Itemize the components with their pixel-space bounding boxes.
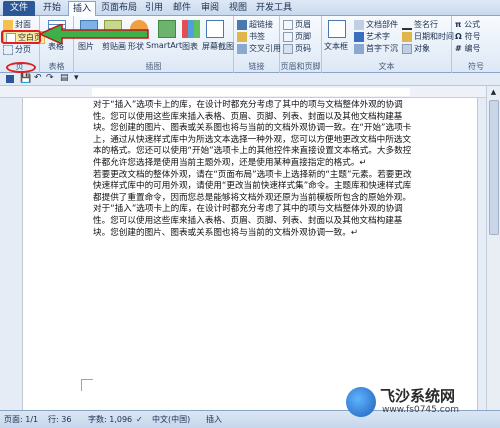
group-header-footer: 页眉 页脚 页码 页眉和页脚	[280, 16, 322, 73]
watermark-url: www.fs0745.com	[382, 405, 459, 415]
group-label-text: 文本	[378, 62, 395, 71]
watermark-logo: 飞沙系统网 www.fs0745.com	[346, 383, 494, 423]
wordart-icon	[354, 31, 364, 42]
save-icon[interactable]: 💾	[20, 74, 31, 84]
signature-button[interactable]: 签名行	[402, 19, 438, 30]
ribbon-tab-bar: 文件 开始 插入 页面布局 引用 邮件 审阅 视图 开发工具	[0, 0, 500, 17]
vertical-scrollbar[interactable]: ▲	[486, 86, 500, 410]
group-label-illustrations: 插图	[145, 62, 162, 71]
dropcap-button[interactable]: 首字下沉	[354, 43, 398, 54]
group-text: 文本框 文档部件 艺术字 首字下沉 签名行 日期和时间 对象 文本	[322, 16, 454, 73]
header-icon	[283, 19, 293, 30]
crossref-icon	[237, 43, 247, 54]
group-links: 超链接 书签 交叉引用 链接	[234, 16, 281, 73]
status-row[interactable]: 行: 36	[48, 411, 71, 428]
smartart-button[interactable]: SmartArt	[146, 41, 182, 50]
crossref-button[interactable]: 交叉引用	[237, 43, 281, 54]
scroll-thumb[interactable]	[489, 100, 499, 235]
signature-icon	[402, 20, 412, 30]
textbox-icon[interactable]	[328, 20, 346, 38]
tab-page-layout[interactable]: 页面布局	[98, 1, 140, 16]
quick-access-toolbar: 💾 ↶ ↷ ▤ ▾	[0, 73, 500, 86]
hash-icon: #	[455, 44, 465, 53]
tab-home[interactable]: 开始	[38, 1, 66, 16]
document-area: 对于“插入”选项卡上的库，在设计时都充分考虑了其中的项与文档整体外观的协调性。您…	[0, 98, 486, 410]
group-label-links: 链接	[248, 62, 265, 71]
pagenum-icon	[283, 43, 293, 54]
calendar-icon	[402, 31, 412, 42]
paragraph[interactable]: 对于“插入”选项卡上的库，在设计时都充分考虑了其中的项与文档整体外观的协调性。您…	[93, 100, 415, 170]
docparts-button[interactable]: 文档部件	[354, 19, 398, 30]
pi-icon: π	[455, 20, 465, 29]
status-mode[interactable]: 插入	[206, 411, 222, 428]
pagenum-button[interactable]: 页码	[283, 43, 311, 54]
omega-icon: Ω	[455, 32, 465, 41]
status-page[interactable]: 页面: 1/1	[4, 411, 38, 428]
document-page[interactable]: 对于“插入”选项卡上的库，在设计时都充分考虑了其中的项与文档整体外观的协调性。您…	[22, 98, 478, 410]
tab-developer[interactable]: 开发工具	[254, 1, 294, 16]
bookmark-button[interactable]: 书签	[237, 31, 265, 42]
group-symbols: π 公式 Ω 符号 # 编号 符号	[452, 16, 500, 73]
equation-button[interactable]: π 公式	[455, 19, 480, 30]
textbox-button[interactable]: 文本框	[324, 41, 348, 52]
redo-icon[interactable]: ↷	[46, 73, 54, 83]
wordart-button[interactable]: 艺术字	[354, 31, 390, 42]
document-body[interactable]: 对于“插入”选项卡上的库，在设计时都充分考虑了其中的项与文档整体外观的协调性。您…	[93, 100, 415, 239]
screenshot-icon[interactable]	[206, 20, 224, 38]
ruler-text-area	[92, 88, 410, 96]
tab-references[interactable]: 引用	[142, 1, 166, 16]
group-label-header-footer: 页眉和页脚	[280, 62, 321, 71]
status-language[interactable]: 中文(中国)	[152, 411, 190, 428]
dropcap-icon	[354, 43, 364, 54]
docparts-icon	[354, 19, 364, 30]
chart-button[interactable]: 图表	[182, 41, 198, 52]
undo-icon[interactable]: ↶	[34, 73, 42, 83]
horizontal-ruler[interactable]	[0, 86, 500, 98]
arrow-annotation	[40, 24, 149, 44]
customize-qat-icon[interactable]: ▾	[74, 73, 79, 83]
tab-file[interactable]: 文件	[3, 1, 35, 16]
watermark-globe-icon	[346, 387, 376, 417]
footer-icon	[283, 31, 293, 42]
paragraph[interactable]: 若要更改文档的整体外观，请在“页面布局”选项卡上选择新的“主题”元素。若要更改快…	[93, 170, 415, 240]
arrow-icon	[40, 24, 149, 44]
highlight-blank-page	[1, 30, 41, 44]
object-icon	[402, 43, 412, 54]
status-words[interactable]: 字数: 1,096	[88, 411, 132, 428]
cover-icon	[3, 19, 13, 30]
tab-insert[interactable]: 插入	[68, 1, 96, 17]
bookmark-icon	[237, 31, 247, 42]
chart-icon[interactable]	[182, 20, 200, 38]
word-logo-icon	[6, 75, 14, 83]
screenshot-button[interactable]: 屏幕截图	[202, 41, 234, 52]
number-button[interactable]: # 编号	[455, 43, 481, 54]
page-break-icon	[3, 44, 13, 55]
page-break-button[interactable]: 分页	[3, 44, 31, 55]
quick-print-icon[interactable]: ▤	[60, 73, 69, 83]
tab-review[interactable]: 审阅	[198, 1, 222, 16]
header-button[interactable]: 页眉	[283, 19, 311, 30]
tab-view[interactable]: 视图	[226, 1, 250, 16]
scroll-up-icon[interactable]: ▲	[488, 88, 499, 98]
group-label-symbols: 符号	[468, 62, 484, 71]
object-button[interactable]: 对象	[402, 43, 430, 54]
margin-corner-mark	[81, 379, 93, 391]
highlight-pages-group	[6, 62, 36, 73]
smartart-icon[interactable]	[158, 20, 176, 38]
watermark-title: 飞沙系统网	[380, 387, 456, 405]
symbol-button[interactable]: Ω 符号	[455, 31, 481, 42]
datetime-button[interactable]: 日期和时间	[402, 31, 454, 42]
spellcheck-icon[interactable]: ✓	[136, 411, 143, 428]
hyperlink-icon	[237, 19, 247, 30]
tab-mailings[interactable]: 邮件	[170, 1, 194, 16]
group-label-tables: 表格	[48, 62, 65, 71]
footer-button[interactable]: 页脚	[283, 31, 311, 42]
cover-button[interactable]: 封面	[3, 19, 31, 30]
hyperlink-button[interactable]: 超链接	[237, 19, 273, 30]
